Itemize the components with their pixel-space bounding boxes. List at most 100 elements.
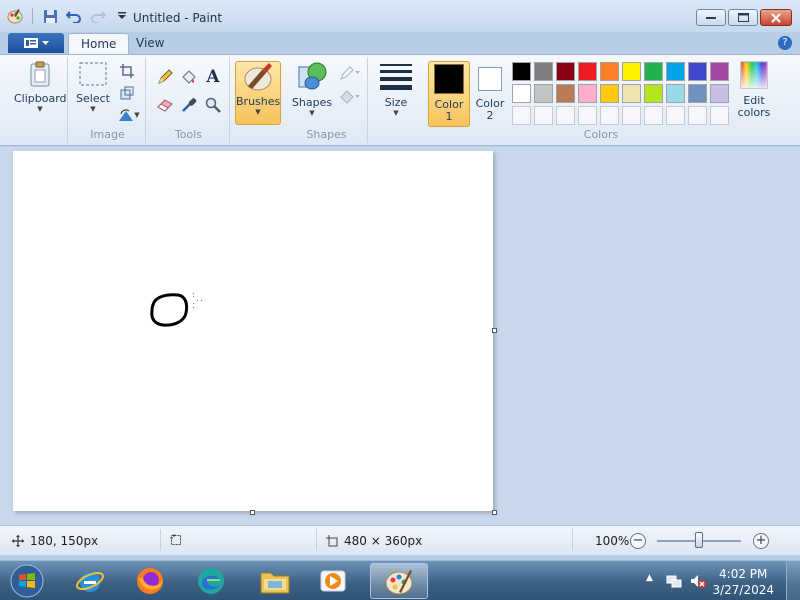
palette-swatch[interactable] <box>512 62 531 81</box>
palette-swatch[interactable] <box>600 62 619 81</box>
chevron-down-icon <box>41 40 49 45</box>
tab-view[interactable]: View <box>124 33 176 54</box>
crop-button[interactable] <box>116 61 138 81</box>
palette-swatch-empty[interactable] <box>600 106 619 125</box>
palette-swatch[interactable] <box>622 62 641 81</box>
palette-swatch-empty[interactable] <box>710 106 729 125</box>
show-hidden-icons[interactable]: ▲ <box>646 573 653 583</box>
qat-separator <box>32 8 33 24</box>
palette-swatch[interactable] <box>710 62 729 81</box>
palette-swatch-empty[interactable] <box>644 106 663 125</box>
internet-explorer-icon <box>76 571 104 592</box>
maximize-button[interactable] <box>728 9 758 26</box>
close-button[interactable] <box>760 9 792 26</box>
paint-app-icon[interactable] <box>6 7 24 25</box>
color2-button[interactable]: Color 2 <box>472 61 508 127</box>
resize-button[interactable] <box>116 83 138 103</box>
help-icon[interactable]: ? <box>778 36 792 50</box>
size-button[interactable]: Size ▼ <box>374 61 418 117</box>
palette-swatch[interactable] <box>622 84 641 103</box>
system-clock[interactable]: 4:02 PM 3/27/2024 <box>712 566 774 598</box>
palette-swatch[interactable] <box>688 62 707 81</box>
undo-icon[interactable] <box>65 7 83 25</box>
taskbar-edge[interactable] <box>184 563 238 599</box>
folder-icon <box>260 572 290 594</box>
status-separator <box>572 529 573 551</box>
resize-handle-right[interactable] <box>492 328 497 333</box>
shape-fill-button[interactable] <box>336 87 364 107</box>
palette-swatch[interactable] <box>644 84 663 103</box>
palette-swatch-empty[interactable] <box>688 106 707 125</box>
start-button[interactable] <box>0 563 54 599</box>
palette-swatch[interactable] <box>710 84 729 103</box>
taskbar-media-player[interactable] <box>306 563 360 599</box>
palette-swatch-empty[interactable] <box>556 106 575 125</box>
selection-size-icon <box>170 534 181 545</box>
palette-swatch[interactable] <box>556 84 575 103</box>
resize-handle-bottom[interactable] <box>250 510 255 515</box>
crop-icon <box>120 64 134 78</box>
shapes-button[interactable]: Shapes ▼ <box>288 61 336 117</box>
minimize-button[interactable] <box>696 9 726 26</box>
magnifier-button[interactable] <box>202 95 224 115</box>
resize-handle-corner[interactable] <box>492 510 497 515</box>
chevron-down-icon: ▼ <box>393 109 399 117</box>
zoom-in-button[interactable]: + <box>753 533 769 549</box>
palette-swatch[interactable] <box>644 62 663 81</box>
network-icon[interactable] <box>666 573 682 592</box>
eyedropper-icon <box>182 98 197 112</box>
save-icon[interactable] <box>41 7 59 25</box>
paint-menu-button[interactable] <box>8 33 64 53</box>
select-button[interactable]: Select ▼ <box>74 61 112 113</box>
canvas-size: 480 × 360px <box>326 534 422 548</box>
pencil-button[interactable] <box>154 67 176 87</box>
text-tool-button[interactable]: A <box>202 67 224 87</box>
show-desktop-button[interactable] <box>786 561 800 600</box>
palette-swatch[interactable] <box>688 84 707 103</box>
palette-swatch[interactable] <box>556 62 575 81</box>
palette-swatch[interactable] <box>600 84 619 103</box>
customize-qat-icon[interactable] <box>113 7 131 25</box>
drawing-canvas[interactable] <box>13 151 493 511</box>
volume-muted-icon[interactable] <box>690 573 706 592</box>
redo-icon[interactable] <box>89 7 107 25</box>
palette-swatch-empty[interactable] <box>512 106 531 125</box>
taskbar-file-explorer[interactable] <box>248 563 302 599</box>
maximize-icon <box>737 13 749 22</box>
palette-swatch-empty[interactable] <box>622 106 641 125</box>
canvas-size-icon <box>326 535 338 547</box>
palette-swatch[interactable] <box>578 62 597 81</box>
eraser-button[interactable] <box>154 95 176 115</box>
palette-swatch[interactable] <box>666 84 685 103</box>
palette-swatch[interactable] <box>512 84 531 103</box>
palette-swatch-empty[interactable] <box>578 106 597 125</box>
zoom-slider-thumb[interactable] <box>695 532 703 548</box>
outline-button[interactable] <box>336 63 364 83</box>
palette-swatch[interactable] <box>666 62 685 81</box>
palette-swatch[interactable] <box>534 84 553 103</box>
magnifier-icon <box>205 97 221 113</box>
palette-swatch-empty[interactable] <box>666 106 685 125</box>
shapes-icon <box>298 62 327 90</box>
chevron-down-icon: ▼ <box>37 105 43 113</box>
media-player-icon <box>320 570 346 592</box>
color-picker-button[interactable] <box>178 95 200 115</box>
ribbon-tab-row: Home View ? <box>0 32 800 54</box>
status-separator <box>160 529 161 551</box>
chevron-down-icon: ▼ <box>255 108 261 116</box>
edit-colors-button[interactable]: Edit colors <box>732 61 776 119</box>
taskbar-internet-explorer[interactable] <box>63 563 117 599</box>
palette-swatch-empty[interactable] <box>534 106 553 125</box>
brushes-button[interactable]: Brushes ▼ <box>235 61 281 125</box>
rotate-button[interactable]: ▼ <box>116 105 142 125</box>
zoom-out-button[interactable]: − <box>630 533 646 549</box>
clipboard-button[interactable]: Clipboard ▼ <box>14 61 67 113</box>
color1-button[interactable]: Color 1 <box>428 61 470 127</box>
taskbar-firefox[interactable] <box>123 563 177 599</box>
resize-icon <box>120 86 134 100</box>
palette-swatch[interactable] <box>534 62 553 81</box>
tab-home[interactable]: Home <box>68 33 130 54</box>
palette-swatch[interactable] <box>578 84 597 103</box>
taskbar-paint[interactable] <box>370 563 428 599</box>
fill-button[interactable] <box>178 67 200 87</box>
